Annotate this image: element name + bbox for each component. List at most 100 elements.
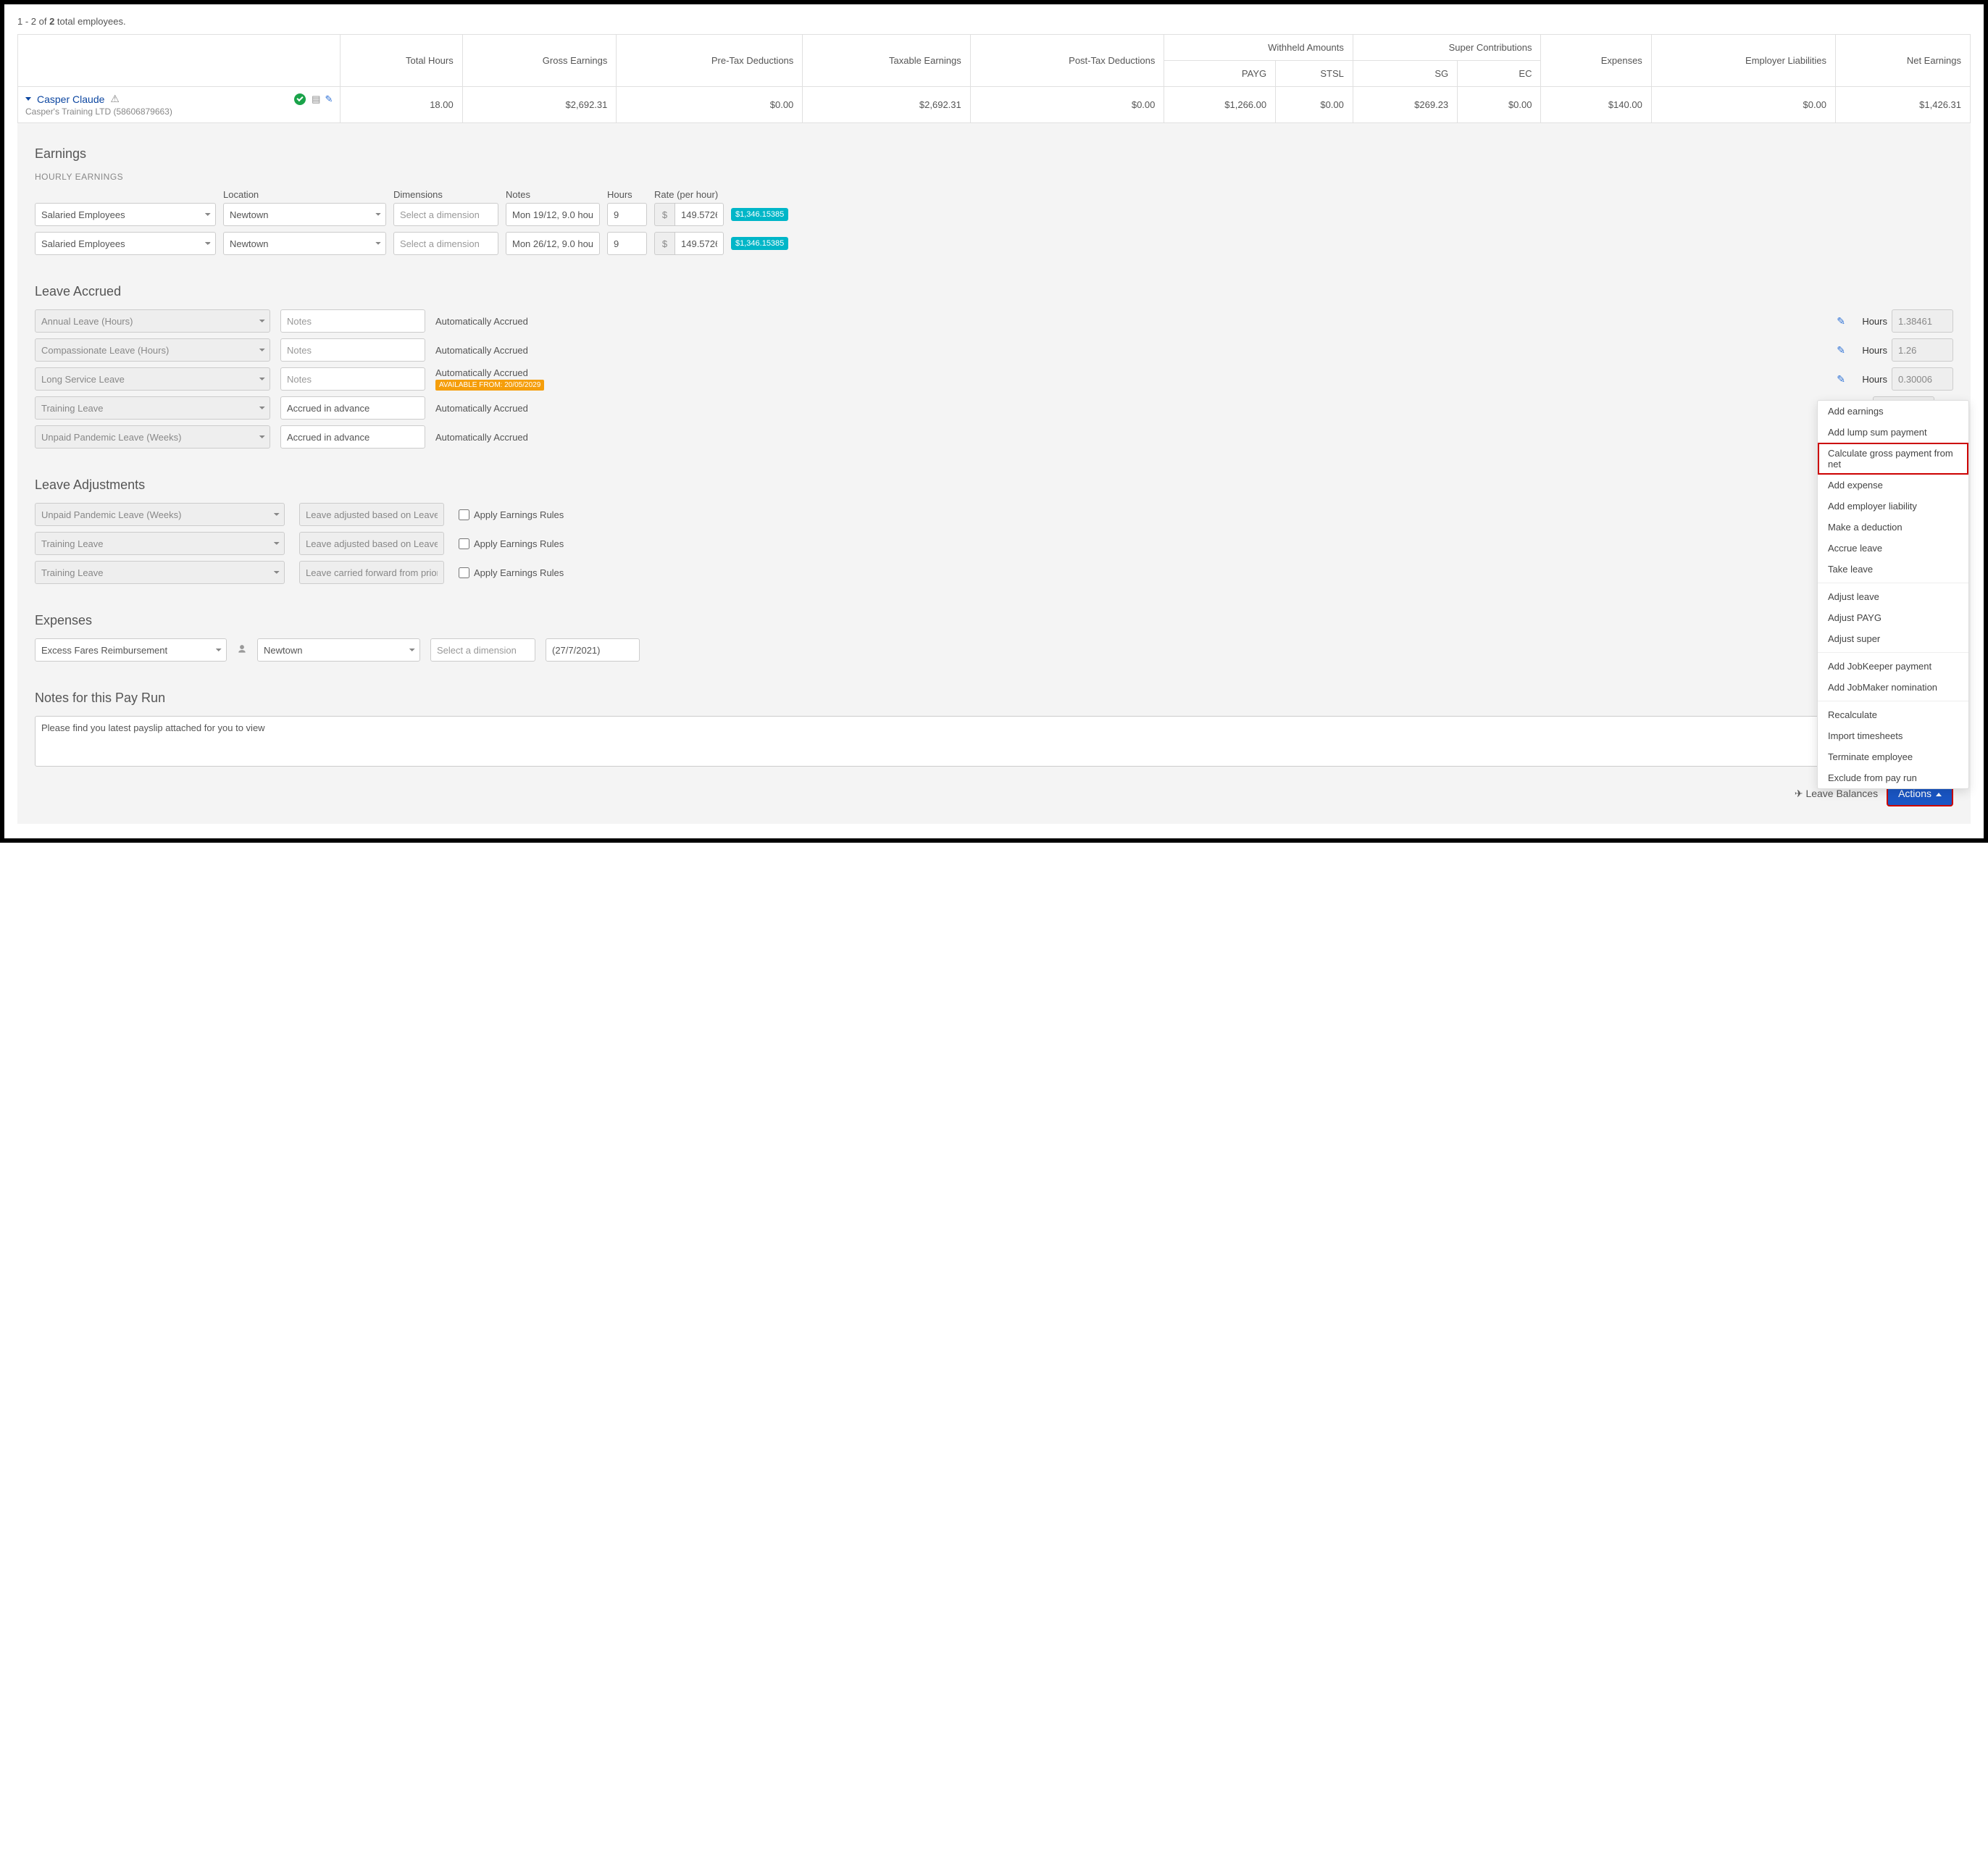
col-gross: Gross Earnings [462,35,617,87]
expand-icon[interactable] [25,97,31,101]
notes-heading: Notes for this Pay Run [35,691,1953,706]
employee-subtitle: Casper's Training LTD (58606879663) [25,107,333,117]
plane-icon: ✈ [1795,788,1803,799]
earnings-hours-input[interactable] [607,203,647,226]
col-emp-liab: Employer Liabilities [1651,35,1835,87]
menu-item[interactable]: Add JobKeeper payment [1818,656,1968,677]
leave-value-input[interactable] [1892,367,1953,391]
leave-type-select[interactable]: Annual Leave (Hours) [35,309,270,333]
dollar-icon: $ [654,203,674,226]
menu-item[interactable]: Accrue leave [1818,538,1968,559]
earnings-location-select[interactable]: Newtown [223,203,386,226]
menu-item[interactable]: Add JobMaker nomination [1818,677,1968,698]
earnings-total-badge: $1,346.15385 [731,208,788,221]
adjustment-row: Unpaid Pandemic Leave (Weeks) Apply Earn… [35,503,1953,526]
earnings-hours-input[interactable] [607,232,647,255]
earnings-location-select[interactable]: Newtown [223,232,386,255]
col-sg: SG [1353,61,1457,87]
menu-item[interactable]: Recalculate [1818,704,1968,725]
earnings-notes-input[interactable] [506,232,600,255]
earnings-heading: Earnings [35,146,1953,162]
earnings-dimension-input[interactable] [393,232,498,255]
leave-unit-label: Hours [1853,345,1887,356]
menu-item[interactable]: Adjust super [1818,628,1968,649]
leave-row: Training Leave Automatically Accrued ✎ D… [35,396,1953,420]
earnings-summary-table: Total Hours Gross Earnings Pre-Tax Deduc… [17,34,1971,123]
menu-item[interactable]: Add lump sum payment [1818,422,1968,443]
col-total-hours: Total Hours [341,35,462,87]
leave-type-select[interactable]: Training Leave [35,396,270,420]
leave-type-select[interactable]: Unpaid Pandemic Leave (Weeks) [35,425,270,449]
menu-item[interactable]: Add earnings [1818,401,1968,422]
dollar-icon: $ [654,232,674,255]
apply-earnings-rules-checkbox[interactable]: Apply Earnings Rules [459,567,564,578]
menu-item[interactable]: Exclude from pay run [1818,767,1968,788]
menu-item[interactable]: Take leave [1818,559,1968,580]
expense-location-select[interactable]: Newtown [257,638,420,662]
earnings-dimension-input[interactable] [393,203,498,226]
menu-item[interactable]: Make a deduction [1818,517,1968,538]
expense-date-input[interactable] [546,638,640,662]
edit-icon[interactable]: ✎ [1837,315,1845,328]
caret-up-icon [1936,793,1942,796]
leave-notes-input[interactable] [280,338,425,362]
hourly-earnings-label: HOURLY EARNINGS [35,172,1953,182]
earnings-rate-input[interactable] [674,203,724,226]
col-stsl: STSL [1276,61,1353,87]
apply-earnings-rules-checkbox[interactable]: Apply Earnings Rules [459,509,564,520]
leave-notes-input[interactable] [280,309,425,333]
leave-type-select[interactable]: Compassionate Leave (Hours) [35,338,270,362]
adjustment-row: Training Leave Apply Earnings Rules [35,532,1953,555]
auto-accrued-label: Automatically Accrued [435,345,624,356]
menu-item[interactable]: Add expense [1818,475,1968,496]
adjustment-type-select[interactable]: Unpaid Pandemic Leave (Weeks) [35,503,285,526]
expense-dimension-input[interactable] [430,638,535,662]
employee-count: 1 - 2 of 2 total employees. [4,12,1984,34]
auto-accrued-label: Automatically AccruedAVAILABLE FROM: 20/… [435,367,624,391]
leave-value-input[interactable] [1892,309,1953,333]
menu-item[interactable]: Adjust leave [1818,586,1968,607]
earnings-rate-input[interactable] [674,232,724,255]
earnings-notes-input[interactable] [506,203,600,226]
adjustment-reason-input[interactable] [299,561,444,584]
leave-row: Compassionate Leave (Hours) Automaticall… [35,338,1953,362]
adjustment-reason-input[interactable] [299,503,444,526]
col-expenses: Expenses [1541,35,1651,87]
col-withheld-group: Withheld Amounts [1164,35,1353,61]
leave-balances-button[interactable]: ✈ Leave Balances [1795,788,1878,800]
menu-item[interactable]: Import timesheets [1818,725,1968,746]
col-posttax: Post-Tax Deductions [970,35,1164,87]
adjustment-type-select[interactable]: Training Leave [35,561,285,584]
leave-notes-input[interactable] [280,396,425,420]
payrun-notes-textarea[interactable]: Please find you latest payslip attached … [35,716,1953,767]
leave-type-select[interactable]: Long Service Leave [35,367,270,391]
earnings-type-select[interactable]: Salaried Employees [35,232,216,255]
menu-item[interactable]: Adjust PAYG [1818,607,1968,628]
menu-item[interactable]: Calculate gross payment from net [1818,443,1968,475]
employee-row[interactable]: Casper Claude ⚠ ▤ ✎ Casper's Training LT… [18,87,1971,123]
adjustment-type-select[interactable]: Training Leave [35,532,285,555]
earnings-row: Salaried Employees Newtown $ $1,346.1538… [35,203,1953,226]
menu-item[interactable]: Terminate employee [1818,746,1968,767]
edit-icon[interactable]: ✎ [1837,344,1845,356]
leave-notes-input[interactable] [280,425,425,449]
earnings-type-select[interactable]: Salaried Employees [35,203,216,226]
auto-accrued-label: Automatically Accrued [435,432,624,443]
leave-unit-label: Hours [1853,316,1887,327]
note-icon[interactable]: ▤ [312,93,320,105]
leave-accrued-heading: Leave Accrued [35,284,1953,299]
adjustment-reason-input[interactable] [299,532,444,555]
edit-icon[interactable]: ✎ [1837,373,1845,385]
leave-row: Long Service Leave Automatically Accrued… [35,367,1953,391]
col-super-group: Super Contributions [1353,35,1541,61]
leave-row: Unpaid Pandemic Leave (Weeks) Automatica… [35,425,1953,449]
earnings-row: Salaried Employees Newtown $ $1,346.1538… [35,232,1953,255]
employee-name[interactable]: Casper Claude [37,93,104,105]
apply-earnings-rules-checkbox[interactable]: Apply Earnings Rules [459,538,564,549]
menu-item[interactable]: Add employer liability [1818,496,1968,517]
leave-notes-input[interactable] [280,367,425,391]
leave-value-input[interactable] [1892,338,1953,362]
expense-type-select[interactable]: Excess Fares Reimbursement [35,638,227,662]
earnings-total-badge: $1,346.15385 [731,237,788,250]
edit-icon[interactable]: ✎ [325,93,333,105]
